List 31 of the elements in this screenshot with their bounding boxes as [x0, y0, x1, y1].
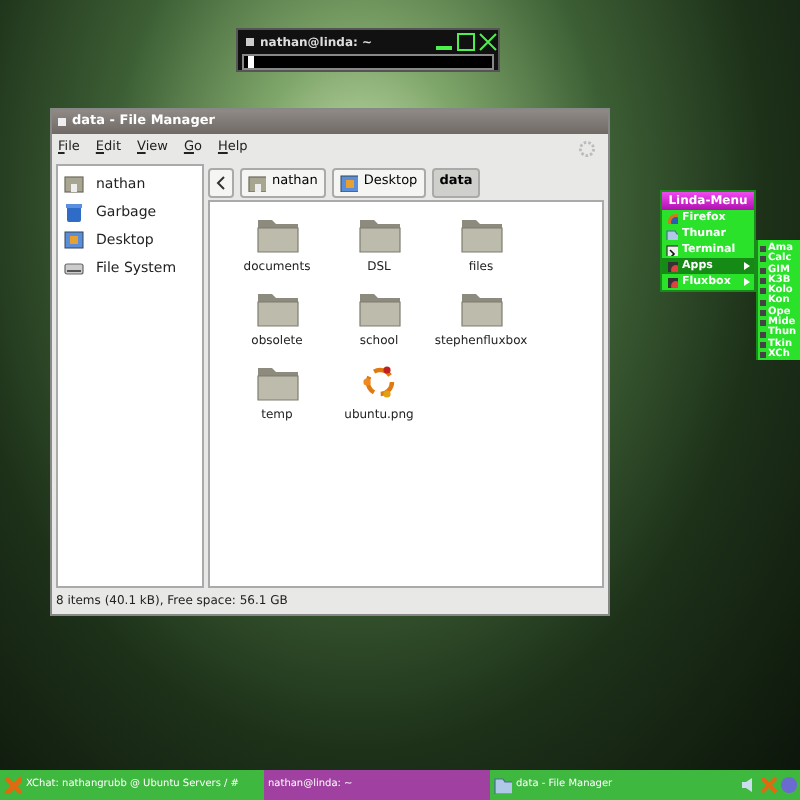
folder-icon: [459, 214, 503, 254]
window-menu-icon: [58, 118, 66, 126]
folder-icon: [255, 362, 299, 402]
globe-icon: [666, 212, 678, 224]
desktop-icon: [64, 230, 84, 250]
window-menu-icon: [246, 38, 254, 46]
back-button[interactable]: [208, 167, 234, 197]
maximize-icon[interactable]: [456, 32, 476, 52]
folder-icon: [255, 214, 299, 254]
close-icon[interactable]: [478, 32, 498, 52]
x-icon: [4, 776, 22, 794]
globe-icon: [780, 776, 798, 794]
folder-icon: [459, 288, 503, 328]
speaker-icon: [740, 776, 758, 794]
folder-icon: [255, 288, 299, 328]
spinner-icon: [578, 139, 596, 157]
cursor-icon: [248, 56, 254, 68]
drive-icon: [64, 258, 84, 278]
folder-icon: [494, 776, 512, 794]
apps-icon: [666, 260, 678, 272]
folder-icon: [64, 174, 84, 194]
folder-icon: [357, 214, 401, 254]
folder-icon: [357, 288, 401, 328]
apps-icon: [666, 276, 678, 288]
desktop-icon: [339, 173, 358, 191]
folder-icon: [248, 173, 266, 191]
chevron-left-icon: [216, 175, 226, 189]
terminal-icon: [666, 244, 678, 256]
x-icon: [760, 776, 778, 794]
folder-icon: [666, 228, 678, 240]
trash-icon: [64, 202, 84, 222]
